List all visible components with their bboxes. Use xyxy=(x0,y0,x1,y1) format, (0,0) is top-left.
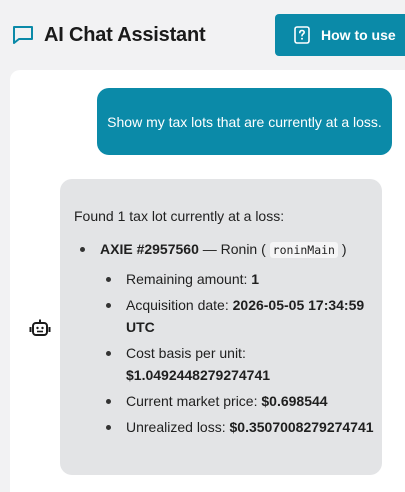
asset-close: ) xyxy=(341,241,347,257)
list-item: Unrealized loss: $0.3507008279274741 xyxy=(100,416,382,438)
assistant-message: Found 1 tax lot currently at a loss: AXI… xyxy=(60,179,382,475)
detail-label: Unrealized loss: xyxy=(126,419,230,435)
list-item: Acquisition date: 2026-05-05 17:34:59 UT… xyxy=(100,294,382,338)
detail-label: Cost basis per unit: xyxy=(126,345,246,361)
detail-label: Acquisition date: xyxy=(126,297,233,313)
tax-lot-details: Remaining amount: 1 Acquisition date: 20… xyxy=(100,268,382,438)
asset-line: AXIE #2957560 — Ronin ( roninMain ) xyxy=(100,239,382,260)
list-item: Current market price: $0.698544 xyxy=(100,390,382,412)
asset-separator: — Ronin ( xyxy=(198,241,266,257)
list-item: AXIE #2957560 — Ronin ( roninMain ) Rema… xyxy=(74,239,382,438)
chat-bubble-icon xyxy=(13,26,33,44)
how-to-use-label: How to use xyxy=(321,27,396,43)
how-to-use-button[interactable]: How to use xyxy=(275,14,405,56)
detail-value: $0.698544 xyxy=(261,393,328,409)
list-item: Cost basis per unit: $1.0492448279274741 xyxy=(100,342,382,386)
tax-lot-list: AXIE #2957560 — Ronin ( roninMain ) Rema… xyxy=(74,239,382,438)
detail-label: Remaining amount: xyxy=(126,271,252,287)
question-mark-icon xyxy=(294,26,310,44)
header: AI Chat Assistant How to use xyxy=(0,0,405,70)
detail-value: $0.3507008279274741 xyxy=(229,419,374,435)
detail-value: $1.0492448279274741 xyxy=(126,367,271,383)
detail-label: Current market price: xyxy=(126,393,262,409)
user-message: Show my tax lots that are currently at a… xyxy=(97,88,392,155)
user-message-text: Show my tax lots that are currently at a… xyxy=(107,113,382,130)
wallet-code: roninMain xyxy=(269,242,338,258)
detail-value: 1 xyxy=(251,271,260,287)
robot-icon xyxy=(29,319,51,336)
asset-name: AXIE #2957560 xyxy=(100,241,199,257)
list-item: Remaining amount: 1 xyxy=(100,268,382,290)
assistant-intro: Found 1 tax lot currently at a loss: xyxy=(74,208,285,224)
page-title: AI Chat Assistant xyxy=(44,24,206,46)
